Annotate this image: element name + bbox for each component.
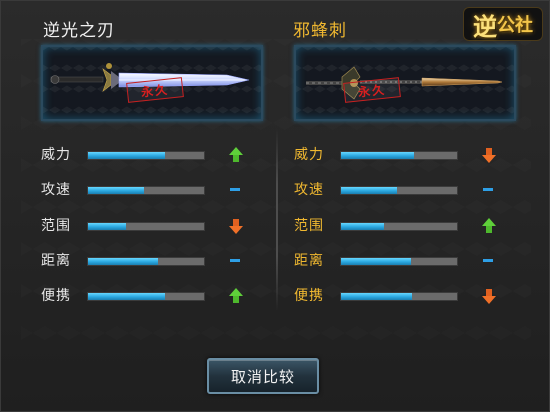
stat-row-speed: 攻速 (41, 180, 251, 200)
stat-row-range: 范围 (41, 216, 251, 236)
stat-row-range: 范围 (294, 216, 504, 236)
change-indicator (480, 180, 498, 200)
arrow-up-icon (229, 288, 243, 303)
dash-icon (483, 188, 493, 191)
right-weapon-image: 永久 (294, 45, 516, 121)
stat-row-distance: 距离 (41, 251, 251, 271)
dash-icon (230, 259, 240, 262)
logo-char: 逆 (473, 11, 497, 41)
stat-bar-fill (88, 258, 158, 265)
change-indicator (480, 216, 498, 236)
stat-row-portability: 便携 (294, 286, 504, 306)
arrow-down-icon (229, 219, 243, 234)
stat-bar (87, 222, 205, 231)
change-indicator (480, 251, 498, 271)
left-weapon-image: 永久 (41, 45, 263, 121)
stat-label: 范围 (41, 218, 71, 234)
stat-row-portability: 便携 (41, 286, 251, 306)
cancel-compare-button[interactable]: 取消比较 (207, 358, 319, 394)
logo-text: 公社 (497, 15, 533, 36)
right-weapon-title: 邪蜂刺 (293, 21, 347, 41)
stat-bar (340, 222, 458, 231)
stat-row-power: 威力 (294, 145, 504, 165)
stat-label: 攻速 (294, 182, 324, 198)
spear-icon (306, 66, 503, 100)
change-indicator (227, 145, 245, 165)
stat-label: 攻速 (41, 182, 71, 198)
stat-row-speed: 攻速 (294, 180, 504, 200)
stat-bar-fill (341, 187, 397, 194)
game-logo: 逆 公社 (463, 7, 543, 41)
stat-bar-fill (341, 223, 384, 230)
comparison-panel: 逆 公社 逆光之刃 邪蜂刺 永久 永久 威力 攻速 范围 距离 便携 威力 攻速… (0, 0, 550, 412)
stat-bar (87, 257, 205, 266)
stat-label: 便携 (41, 288, 71, 304)
stat-label: 距离 (41, 253, 71, 269)
change-indicator (480, 286, 498, 306)
stat-bar-fill (88, 223, 127, 230)
change-indicator (227, 286, 245, 306)
dash-icon (230, 188, 240, 191)
stat-label: 威力 (41, 147, 71, 163)
stat-bar (340, 151, 458, 160)
stat-label: 便携 (294, 288, 324, 304)
stat-bar-fill (88, 152, 165, 159)
stat-label: 距离 (294, 253, 324, 269)
stat-row-distance: 距离 (294, 251, 504, 271)
stat-bar-fill (341, 293, 412, 300)
stat-bar-fill (341, 258, 411, 265)
change-indicator (227, 251, 245, 271)
stat-label: 范围 (294, 218, 324, 234)
stat-bar (87, 186, 205, 195)
arrow-down-icon (482, 289, 496, 304)
stat-bar (340, 186, 458, 195)
arrow-up-icon (482, 218, 496, 233)
arrow-up-icon (229, 147, 243, 162)
column-divider (276, 129, 278, 311)
change-indicator (480, 145, 498, 165)
stat-bar (87, 292, 205, 301)
stat-bar-fill (88, 293, 165, 300)
change-indicator (227, 180, 245, 200)
stat-bar (340, 292, 458, 301)
stat-row-power: 威力 (41, 145, 251, 165)
change-indicator (227, 216, 245, 236)
dash-icon (483, 259, 493, 262)
stat-label: 威力 (294, 147, 324, 163)
arrow-down-icon (482, 148, 496, 163)
left-weapon-title: 逆光之刃 (43, 21, 115, 41)
stat-bar (87, 151, 205, 160)
stat-bar-fill (341, 152, 415, 159)
stat-bar (340, 257, 458, 266)
stat-bar-fill (88, 187, 144, 194)
